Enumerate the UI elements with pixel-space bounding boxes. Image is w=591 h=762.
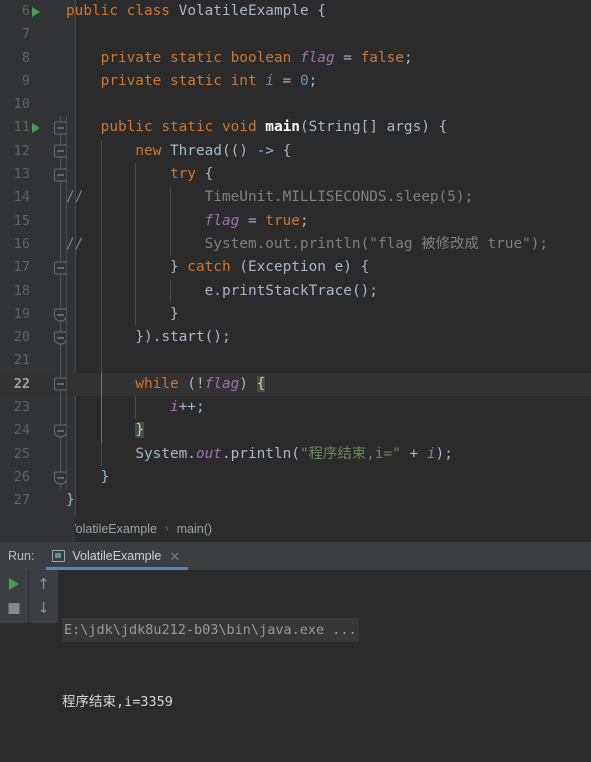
line-number: 20	[13, 329, 30, 346]
line-number: 22	[13, 375, 30, 392]
line-content: while (!flag) {	[135, 375, 266, 392]
editor-line[interactable]: 19 }	[0, 302, 591, 327]
line-number: 21	[13, 352, 30, 369]
line-number: 24	[13, 422, 30, 439]
run-tab-label: VolatileExample	[72, 549, 162, 563]
console-panel[interactable]: ↑ ↓ E:\jdk\jdk8u212-b03\bin\java.exe ...…	[0, 570, 591, 710]
console-command-line[interactable]: E:\jdk\jdk8u212-b03\bin\java.exe ...	[62, 618, 359, 642]
line-content: }	[135, 422, 144, 439]
code-editor[interactable]: 6 public class VolatileExample { 7 8 privat…	[0, 0, 591, 516]
editor-line[interactable]: 10	[0, 93, 591, 116]
line-content: i++;	[169, 399, 205, 416]
line-content: e.printStackTrace();	[204, 282, 378, 299]
line-number: 25	[13, 445, 30, 462]
editor-line[interactable]: 21	[0, 349, 591, 373]
console-output-line: 程序结束,i=3359	[62, 694, 173, 710]
editor-line[interactable]: 18 e.printStackTrace();	[0, 279, 591, 303]
editor-line[interactable]: 11 public static void main(String[] args…	[0, 116, 591, 140]
line-content: System.out.println("程序结束,i=" + i);	[135, 445, 453, 462]
editor-line[interactable]: 7	[0, 23, 591, 46]
editor-line[interactable]: 9 private static int i = 0;	[0, 70, 591, 93]
editor-line[interactable]: 17 } catch (Exception e) {	[0, 256, 591, 280]
line-content: }	[66, 492, 75, 509]
fold-guide	[60, 442, 61, 466]
editor-line[interactable]: 13 try {	[0, 163, 591, 187]
editor-line[interactable]: 8 private static boolean flag = false;	[0, 47, 591, 70]
line-content: public class VolatileExample {	[66, 3, 326, 19]
line-number: 13	[13, 166, 30, 183]
fold-guide	[60, 209, 61, 233]
line-number: 9	[21, 72, 30, 89]
console-toolbar-nav[interactable]: ↑ ↓	[29, 570, 59, 623]
fold-guide	[60, 396, 61, 420]
stop-icon[interactable]	[8, 603, 20, 614]
editor-line[interactable]: 6 public class VolatileExample {	[0, 0, 591, 23]
arrow-down-icon[interactable]: ↓	[37, 601, 50, 616]
line-content: try {	[169, 166, 214, 183]
line-content: }).start();	[66, 329, 231, 346]
run-toolwindow-header: Run: VolatileExample ✕	[0, 542, 591, 570]
console-output[interactable]: E:\jdk\jdk8u212-b03\bin\java.exe ... 程序结…	[62, 570, 359, 762]
line-number: 15	[13, 212, 30, 229]
line-content: public static void main(String[] args) {	[100, 119, 448, 136]
editor-line[interactable]: 15 flag = true;	[0, 209, 591, 233]
breadcrumb-gutter-stub	[0, 516, 75, 542]
editor-line[interactable]: 27}	[0, 489, 591, 512]
line-content: // TimeUnit.MILLISECONDS.sleep(5);	[66, 189, 474, 206]
editor-line[interactable]: 26 }	[0, 465, 591, 490]
line-content	[66, 93, 101, 116]
editor-line[interactable]: 22 while (!flag) {	[0, 372, 591, 397]
line-content: }	[66, 468, 110, 485]
editor-line[interactable]: 24 }	[0, 419, 591, 443]
line-content: // System.out.println("flag 被修改成 true");	[66, 235, 549, 252]
line-content: private static int i = 0;	[100, 72, 318, 89]
arrow-up-icon[interactable]: ↑	[37, 577, 50, 592]
intellij-idea-window: 6 public class VolatileExample { 7 8 privat…	[0, 0, 591, 710]
editor-line[interactable]: 12 new Thread(() -> {	[0, 139, 591, 164]
console-icon	[52, 550, 66, 562]
editor-line[interactable]: 14 // TimeUnit.MILLISECONDS.sleep(5);	[0, 186, 591, 210]
line-number: 27	[13, 492, 30, 509]
line-number: 19	[13, 305, 30, 322]
line-number: 12	[13, 142, 30, 159]
run-gutter-icon[interactable]	[32, 123, 40, 134]
fold-guide	[60, 349, 61, 373]
console-toolbar-left[interactable]	[0, 570, 29, 623]
line-number: 23	[13, 399, 30, 416]
line-content: }	[66, 305, 179, 322]
line-number: 11	[13, 119, 30, 136]
line-number: 8	[21, 49, 30, 66]
line-number: 6	[21, 3, 30, 19]
close-icon[interactable]: ✕	[169, 550, 180, 563]
line-number: 7	[21, 26, 30, 43]
run-toolwindow-label: Run:	[8, 549, 35, 563]
line-number: 14	[13, 189, 30, 206]
run-tab-volatileexample[interactable]: VolatileExample ✕	[46, 542, 189, 570]
breadcrumb-method[interactable]: main()	[177, 522, 212, 536]
line-number: 18	[13, 282, 30, 299]
line-number: 16	[13, 235, 30, 252]
line-content: } catch (Exception e) {	[66, 259, 370, 276]
line-number: 17	[13, 259, 30, 276]
run-gutter-icon[interactable]	[32, 6, 40, 17]
line-content: new Thread(() -> {	[135, 142, 292, 159]
editor-line[interactable]: 20 }).start();	[0, 326, 591, 350]
breadcrumb-class[interactable]: VolatileExample	[68, 522, 157, 536]
breadcrumb-separator-icon: ›	[164, 523, 169, 535]
fold-guide	[60, 279, 61, 303]
editor-line[interactable]: 25 System.out.println("程序结束,i=" + i);	[0, 442, 591, 466]
editor-lines[interactable]: 6 public class VolatileExample { 7 8 privat…	[0, 0, 591, 513]
fold-guide	[60, 232, 61, 257]
line-content	[66, 349, 135, 372]
breadcrumb[interactable]: VolatileExample › main()	[0, 516, 591, 542]
editor-line[interactable]: 23 i++;	[0, 396, 591, 420]
line-number: 10	[13, 96, 30, 113]
line-number: 26	[13, 468, 30, 485]
fold-guide	[60, 186, 61, 210]
rerun-icon[interactable]	[9, 578, 19, 590]
line-content: private static boolean flag = false;	[100, 49, 413, 66]
editor-line[interactable]: 16 // System.out.println("flag 被修改成 true"…	[0, 232, 591, 257]
line-content: flag = true;	[204, 212, 309, 229]
